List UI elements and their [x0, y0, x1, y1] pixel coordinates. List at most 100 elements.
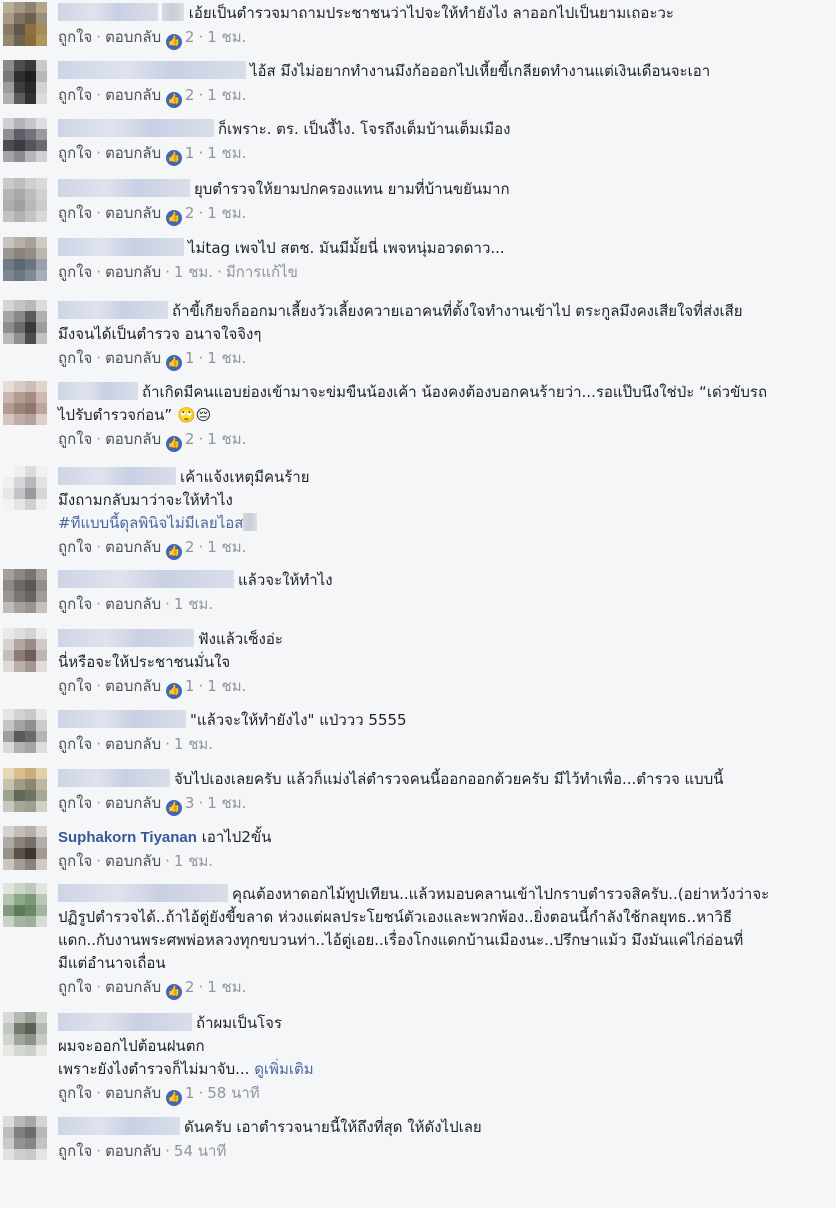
avatar[interactable]	[3, 381, 47, 425]
avatar[interactable]	[3, 1012, 47, 1056]
timestamp[interactable]: 1 ชม.	[207, 86, 246, 104]
timestamp[interactable]: 1 ชม.	[207, 794, 246, 812]
reply-link[interactable]: ตอบกลับ	[105, 430, 161, 448]
author-name[interactable]	[58, 570, 234, 588]
reply-link[interactable]: ตอบกลับ	[105, 349, 161, 367]
author-name[interactable]	[58, 382, 138, 400]
like-icon[interactable]: 👍	[165, 544, 182, 560]
avatar[interactable]	[3, 237, 47, 281]
like-count[interactable]: 1	[185, 1084, 195, 1102]
author-name[interactable]	[58, 769, 170, 787]
timestamp[interactable]: 1 ชม.	[174, 263, 213, 281]
author-name[interactable]	[58, 61, 246, 79]
like-count[interactable]: 3	[185, 794, 195, 812]
avatar[interactable]	[3, 826, 47, 870]
like-icon[interactable]: 👍	[165, 683, 182, 699]
like-icon[interactable]: 👍	[165, 150, 182, 166]
avatar[interactable]	[3, 569, 47, 613]
author-name[interactable]	[58, 3, 158, 21]
like-count[interactable]: 2	[185, 28, 195, 46]
avatar[interactable]	[3, 883, 47, 927]
timestamp[interactable]: 1 ชม.	[207, 144, 246, 162]
like-count[interactable]: 1	[185, 677, 195, 695]
like-link[interactable]: ถูกใจ	[58, 735, 92, 753]
author-name[interactable]	[58, 179, 190, 197]
reply-link[interactable]: ตอบกลับ	[105, 978, 161, 996]
like-link[interactable]: ถูกใจ	[58, 349, 92, 367]
like-icon[interactable]: 👍	[165, 800, 182, 816]
reply-link[interactable]: ตอบกลับ	[105, 86, 161, 104]
like-icon[interactable]: 👍	[165, 984, 182, 1000]
like-link[interactable]: ถูกใจ	[58, 1084, 92, 1102]
like-link[interactable]: ถูกใจ	[58, 794, 92, 812]
timestamp[interactable]: 1 ชม.	[207, 349, 246, 367]
like-link[interactable]: ถูกใจ	[58, 852, 92, 870]
like-link[interactable]: ถูกใจ	[58, 86, 92, 104]
like-count[interactable]: 2	[185, 204, 195, 222]
timestamp[interactable]: 1 ชม.	[207, 677, 246, 695]
like-count[interactable]: 1	[185, 144, 195, 162]
like-link[interactable]: ถูกใจ	[58, 144, 92, 162]
timestamp[interactable]: 1 ชม.	[207, 978, 246, 996]
like-link[interactable]: ถูกใจ	[58, 978, 92, 996]
avatar[interactable]	[3, 466, 47, 510]
author-name[interactable]	[58, 467, 176, 485]
avatar[interactable]	[3, 300, 47, 344]
timestamp[interactable]: 1 ชม.	[174, 595, 213, 613]
reply-link[interactable]: ตอบกลับ	[105, 204, 161, 222]
avatar[interactable]	[3, 709, 47, 753]
author-name[interactable]	[58, 1013, 192, 1031]
like-link[interactable]: ถูกใจ	[58, 538, 92, 556]
reply-link[interactable]: ตอบกลับ	[105, 1142, 161, 1160]
like-count[interactable]: 2	[185, 978, 195, 996]
author-name[interactable]: Suphakorn Tiyanan	[58, 829, 197, 846]
like-icon[interactable]: 👍	[165, 92, 182, 108]
like-count[interactable]: 2	[185, 86, 195, 104]
timestamp[interactable]: 54 นาที	[174, 1142, 226, 1160]
timestamp[interactable]: 1 ชม.	[207, 430, 246, 448]
reply-link[interactable]: ตอบกลับ	[105, 794, 161, 812]
reply-link[interactable]: ตอบกลับ	[105, 735, 161, 753]
author-name[interactable]	[58, 1117, 180, 1135]
avatar[interactable]	[3, 178, 47, 222]
author-name[interactable]	[58, 301, 168, 319]
timestamp[interactable]: 1 ชม.	[174, 852, 213, 870]
timestamp[interactable]: 1 ชม.	[207, 204, 246, 222]
timestamp[interactable]: 1 ชม.	[174, 735, 213, 753]
like-link[interactable]: ถูกใจ	[58, 28, 92, 46]
author-name[interactable]	[58, 119, 214, 137]
like-link[interactable]: ถูกใจ	[58, 677, 92, 695]
reply-link[interactable]: ตอบกลับ	[105, 144, 161, 162]
like-link[interactable]: ถูกใจ	[58, 263, 92, 281]
avatar[interactable]	[3, 628, 47, 672]
author-name[interactable]	[58, 884, 228, 902]
author-name[interactable]	[58, 629, 194, 647]
like-link[interactable]: ถูกใจ	[58, 430, 92, 448]
see-more-link[interactable]: ดูเพิ่มเติม	[254, 1060, 313, 1078]
timestamp[interactable]: 58 นาที	[207, 1084, 259, 1102]
hashtag-link[interactable]: #ทีแบบนี้ดุลพินิจไม่มีเลยไอส	[58, 512, 822, 535]
avatar[interactable]	[3, 118, 47, 162]
reply-link[interactable]: ตอบกลับ	[105, 595, 161, 613]
timestamp[interactable]: 1 ชม.	[207, 538, 246, 556]
like-icon[interactable]: 👍	[165, 210, 182, 226]
author-name[interactable]	[58, 238, 184, 256]
like-icon[interactable]: 👍	[165, 1090, 182, 1106]
reply-link[interactable]: ตอบกลับ	[105, 677, 161, 695]
reply-link[interactable]: ตอบกลับ	[105, 28, 161, 46]
avatar[interactable]	[3, 2, 47, 46]
like-icon[interactable]: 👍	[165, 355, 182, 371]
reply-link[interactable]: ตอบกลับ	[105, 1084, 161, 1102]
like-icon[interactable]: 👍	[165, 436, 182, 452]
edited-label[interactable]: มีการแก้ไข	[226, 263, 298, 281]
author-name[interactable]	[58, 710, 186, 728]
like-count[interactable]: 1	[185, 349, 195, 367]
reply-link[interactable]: ตอบกลับ	[105, 263, 161, 281]
reply-link[interactable]: ตอบกลับ	[105, 538, 161, 556]
avatar[interactable]	[3, 1116, 47, 1160]
like-link[interactable]: ถูกใจ	[58, 204, 92, 222]
like-link[interactable]: ถูกใจ	[58, 595, 92, 613]
like-count[interactable]: 2	[185, 538, 195, 556]
like-icon[interactable]: 👍	[165, 34, 182, 50]
like-count[interactable]: 2	[185, 430, 195, 448]
